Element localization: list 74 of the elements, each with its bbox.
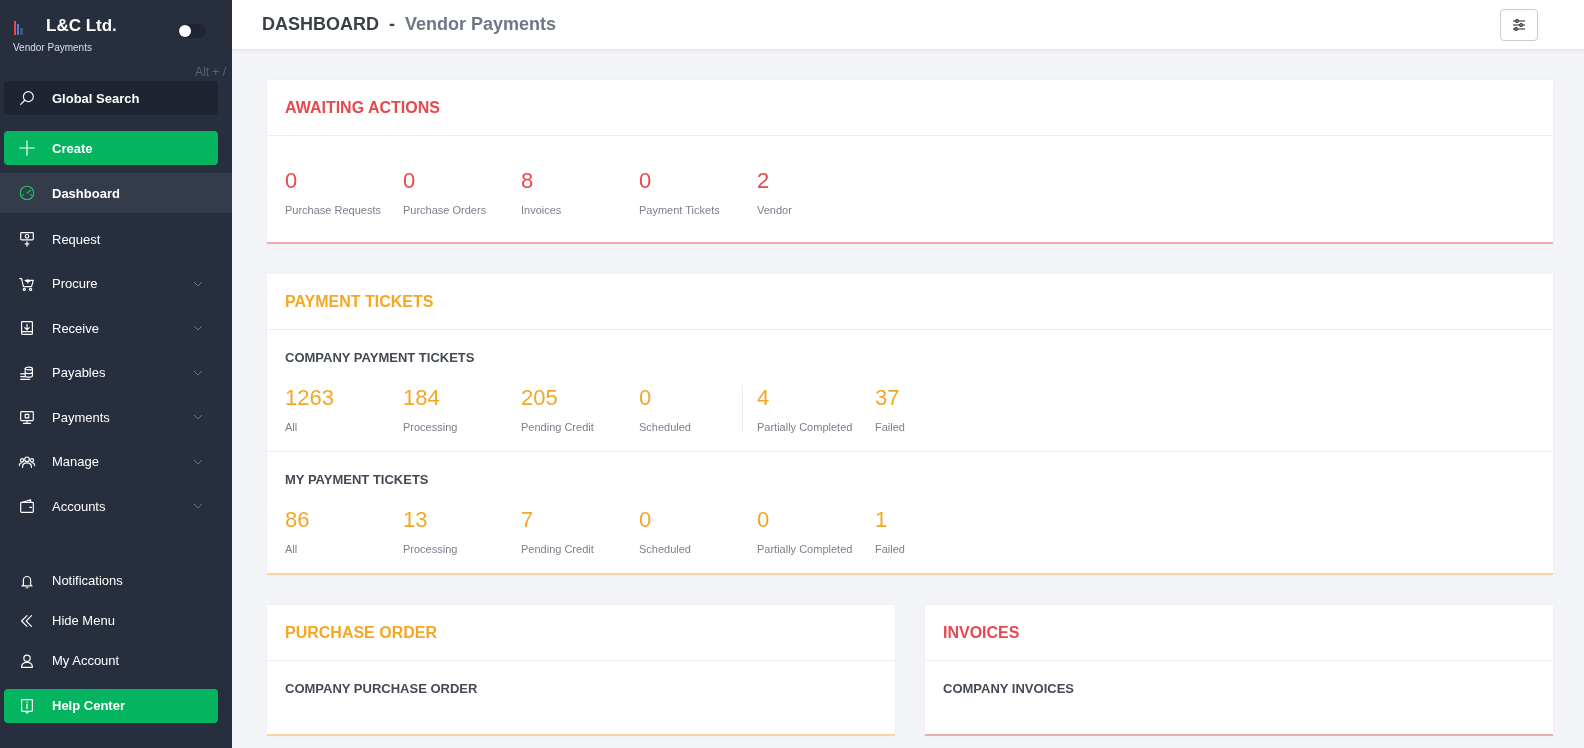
nav-item[interactable]: Payments [0,395,232,440]
menu-item[interactable]: Hide Menu [0,600,232,641]
nav-item[interactable]: Manage [0,439,232,484]
stat-value[interactable]: 184 [403,385,521,411]
search-icon [18,89,36,107]
toggle-switch[interactable] [178,24,206,38]
nav-item[interactable]: Payables [0,350,232,395]
stat-value[interactable]: 0 [639,168,757,194]
stat-value[interactable]: 4 [757,385,875,411]
brand-subtitle: Vendor Payments [12,42,93,53]
plus-icon [18,139,36,157]
brand-name: L&C Ltd. [46,16,117,36]
stat-value[interactable]: 13 [403,507,521,533]
card-title: INVOICES [925,605,1553,661]
stat-value[interactable]: 0 [285,168,403,194]
group-title: COMPANY PAYMENT TICKETS [285,350,476,365]
sliders-icon [1511,16,1527,33]
stat-label: Processing [403,543,459,555]
stat-label: All [285,421,299,433]
card-title: PURCHASE ORDER [267,605,895,661]
stat-value[interactable]: 0 [757,507,875,533]
help-center-button[interactable]: Help Center [4,688,218,723]
stat-value[interactable]: 0 [639,507,757,533]
group-title: COMPANY INVOICES [943,681,1075,696]
page-title: DASHBOARD [262,14,379,35]
stat-label: Failed [875,421,906,433]
stat-label: Pending Credit [521,421,595,433]
stat-value[interactable]: 8 [521,168,639,194]
stat-value[interactable]: 2 [757,168,875,194]
nav-item[interactable]: Procure [0,261,232,306]
stat-label: Partially Completed [757,421,854,433]
stat-value[interactable]: 37 [875,385,993,411]
stat-value[interactable]: 1 [875,507,993,533]
stat-value[interactable]: 7 [521,507,639,533]
logo-icon [14,19,24,35]
stat-value[interactable]: 205 [521,385,639,411]
menu-item[interactable]: Notifications [0,560,232,601]
stat-value[interactable]: 1263 [285,385,403,411]
info-icon [18,696,36,715]
page-subtitle: Vendor Payments [405,14,558,35]
card-title: AWAITING ACTIONS [267,80,1553,136]
create-button[interactable]: Create [4,131,218,165]
menu-item[interactable]: My Account [0,640,232,681]
stat-value[interactable]: 0 [639,385,757,411]
stat-label: Vendor [757,204,793,216]
stat-value[interactable]: 86 [285,507,403,533]
stat-value[interactable]: 0 [403,168,521,194]
nav-item[interactable]: Receive [0,306,232,351]
stat-label: All [285,543,299,555]
stat-label: Failed [875,543,906,555]
nav-item[interactable]: Dashboard [0,173,232,213]
money-icon [18,230,36,249]
stat-label: Pending Credit [521,543,595,555]
stat-label: Purchase Orders [403,204,488,216]
filter-button[interactable] [1500,8,1538,41]
download-box-icon [18,319,36,338]
nav-item[interactable]: Request [0,217,232,262]
stat-label: Scheduled [639,421,692,433]
stat-label: Payment Tickets [639,204,721,216]
monitor-icon [18,408,36,427]
global-search-button[interactable]: Global Search [4,81,218,115]
card-title: PAYMENT TICKETS [267,274,1553,330]
stat-label: Partially Completed [757,543,854,555]
stat-label: Invoices [521,204,563,216]
group-title: MY PAYMENT TICKETS [285,472,430,487]
stat-label: Purchase Requests [285,204,382,216]
coins-icon [18,363,36,382]
nav-item[interactable]: Accounts [0,484,232,529]
stat-label: Scheduled [639,543,692,555]
stat-label: Processing [403,421,459,433]
wallet-icon [18,497,36,516]
title-separator: - [389,14,395,35]
gauge-icon [18,184,36,202]
group-title: COMPANY PURCHASE ORDER [285,681,479,696]
